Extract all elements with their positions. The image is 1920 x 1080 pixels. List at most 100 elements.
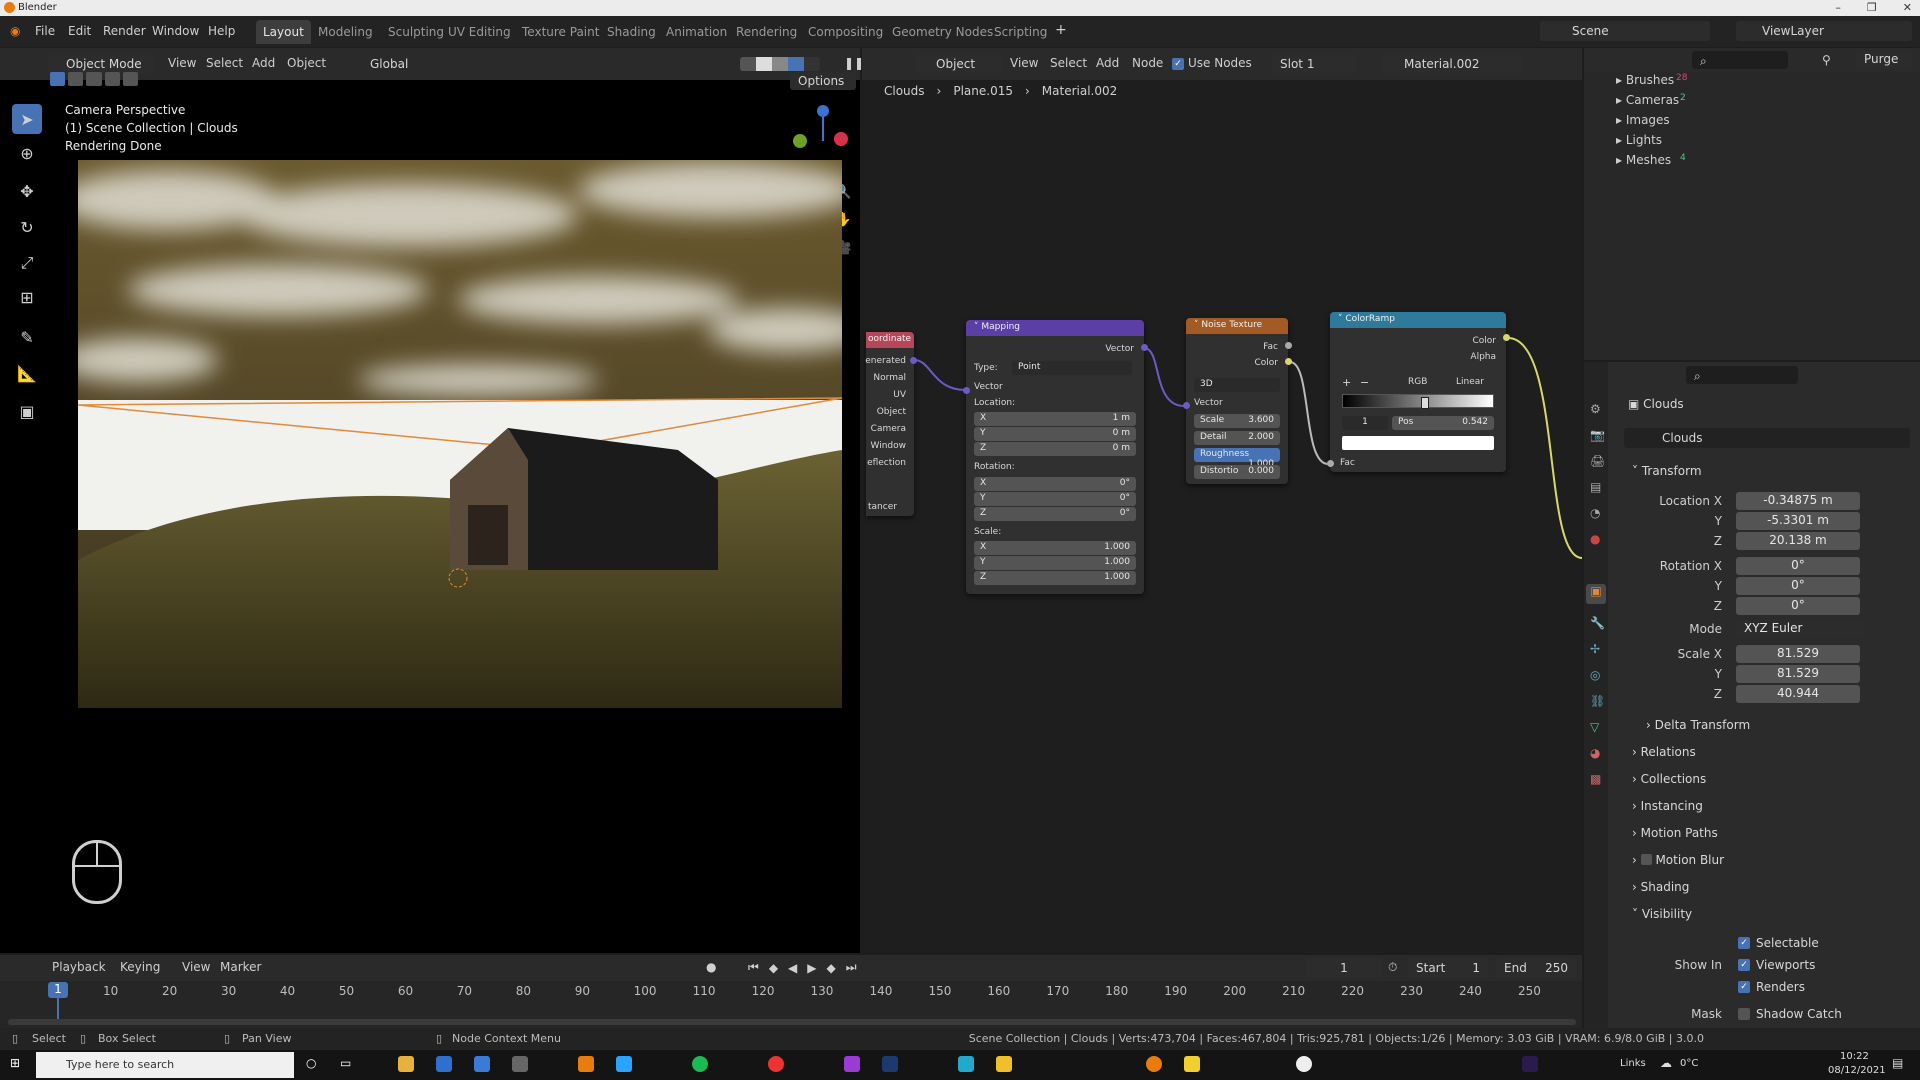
playhead-frame-marker[interactable]: 1	[48, 982, 68, 998]
navigation-gizmo[interactable]	[780, 100, 850, 150]
viewport-menu-add[interactable]: Add	[252, 56, 275, 70]
location-y-field[interactable]: -5.3301 m	[1736, 512, 1860, 530]
viewport-menu-view[interactable]: View	[168, 56, 196, 70]
tab-modeling[interactable]: Modeling	[311, 20, 380, 44]
object-tab-icon[interactable]: ▣	[1586, 584, 1606, 604]
tab-layout[interactable]: Layout	[256, 20, 311, 44]
render-tab-icon[interactable]: 📷	[1590, 428, 1605, 442]
rotation-z-field[interactable]: 0°	[1736, 597, 1860, 615]
selectable-checkbox[interactable]: ✓	[1738, 937, 1750, 949]
close-icon[interactable]: ✕	[1903, 1, 1912, 14]
socket[interactable]	[1285, 342, 1292, 349]
menu-render[interactable]: Render	[103, 24, 146, 38]
scene-tab-icon[interactable]: ◔	[1590, 506, 1600, 520]
end-frame-field[interactable]: End 250	[1496, 958, 1576, 978]
maximize-icon[interactable]: ❐	[1867, 1, 1877, 14]
blender-running-icon[interactable]	[1146, 1056, 1162, 1072]
section-collections[interactable]: › Collections	[1632, 772, 1706, 786]
timeline-menu-keying[interactable]: Keying	[120, 960, 160, 974]
timeline-menu-playback[interactable]: Playback	[52, 960, 106, 974]
scale-x-field[interactable]: 81.529	[1736, 645, 1860, 663]
mapping-type-dropdown[interactable]: Point	[1012, 361, 1132, 375]
outliner-item-brushes[interactable]: ▸ Brushes	[1616, 73, 1674, 87]
mapping-rot-y[interactable]: Y 0°	[974, 492, 1136, 506]
physics-tab-icon[interactable]: ◎	[1590, 668, 1600, 682]
section-visibility[interactable]: ˅ Visibility	[1632, 907, 1692, 921]
colorramp-stop-handle[interactable]	[1421, 397, 1430, 409]
mapping-rot-x[interactable]: X 0°	[974, 477, 1136, 491]
add-workspace-icon[interactable]: +	[1055, 22, 1067, 38]
view-layer-tab-icon[interactable]: ▤	[1590, 480, 1601, 494]
measure-tool-icon[interactable]: 📐	[12, 358, 42, 388]
mapping-rot-z[interactable]: Z 0°	[974, 507, 1136, 521]
texture-tab-icon[interactable]: ▩	[1590, 772, 1601, 786]
rotation-x-field[interactable]: 0°	[1736, 557, 1860, 575]
windows-start-icon[interactable]: ⊞	[10, 1056, 20, 1070]
taskbar-app-icon[interactable]	[996, 1056, 1012, 1072]
next-keyframe-icon[interactable]: ◆	[827, 961, 836, 975]
tab-compositing[interactable]: Compositing	[801, 20, 890, 44]
constraints-tab-icon[interactable]: ⛓	[1590, 694, 1605, 708]
scale-tool-icon[interactable]: ⤢	[12, 248, 42, 278]
colorramp-gradient-bar[interactable]	[1342, 394, 1494, 409]
prev-keyframe-icon[interactable]: ◆	[769, 961, 778, 975]
outliner-item-cameras[interactable]: ▸ Cameras	[1616, 93, 1679, 107]
taskbar-app-icon[interactable]	[436, 1056, 452, 1072]
timeline-scrollbar[interactable]	[8, 1019, 1576, 1025]
shadow-catcher-checkbox[interactable]	[1738, 1008, 1750, 1020]
task-view-icon[interactable]: ▭	[340, 1056, 351, 1070]
notifications-icon[interactable]: ▤	[1892, 1056, 1903, 1070]
rotation-mode-dropdown[interactable]: XYZ Euler	[1736, 620, 1864, 638]
mapping-scale-z[interactable]: Z 1.000	[974, 571, 1136, 585]
cortana-icon[interactable]: ○	[306, 1056, 316, 1070]
texture-coordinate-node[interactable]: oordinate enerated Normal UV Object Came…	[865, 332, 914, 516]
noise-scale-field[interactable]: Scale 3.600	[1194, 414, 1280, 428]
tool-tab-icon[interactable]: ⚙	[1590, 402, 1601, 416]
viewport-options-button[interactable]: Options	[790, 72, 856, 90]
taskbar-search-input[interactable]: Type here to search	[36, 1052, 294, 1078]
chrome-icon[interactable]	[768, 1056, 784, 1072]
move-tool-icon[interactable]: ✥	[12, 176, 42, 206]
section-motion-paths[interactable]: › Motion Paths	[1632, 826, 1718, 840]
taskbar-app-icon[interactable]	[616, 1056, 632, 1072]
colorramp-add-stop-icon[interactable]: +	[1342, 376, 1351, 389]
socket[interactable]	[1285, 358, 1292, 365]
location-x-field[interactable]: -0.34875 m	[1736, 492, 1860, 510]
select-mode-buttons[interactable]	[50, 72, 139, 90]
modifier-tab-icon[interactable]: 🔧	[1590, 616, 1605, 630]
section-shading[interactable]: › Shading	[1632, 880, 1689, 894]
taskbar-app-icon[interactable]	[512, 1056, 528, 1072]
colorramp-color-swatch[interactable]	[1342, 436, 1494, 450]
tab-scripting[interactable]: Scripting	[987, 20, 1054, 44]
current-frame-field[interactable]: 1	[1306, 958, 1382, 978]
timeline-menu-marker[interactable]: Marker	[220, 960, 261, 974]
mapping-scale-y[interactable]: Y 1.000	[974, 556, 1136, 570]
outliner-item-images[interactable]: ▸ Images	[1616, 113, 1670, 127]
blender-menu-icon[interactable]: ◉	[10, 24, 20, 38]
mapping-loc-y[interactable]: Y0 m	[974, 427, 1136, 441]
viewports-checkbox[interactable]: ✓	[1738, 959, 1750, 971]
colorramp-node[interactable]: ˅ ColorRamp Color Alpha + − RGB Linear 1…	[1330, 312, 1506, 472]
tab-rendering[interactable]: Rendering	[729, 20, 804, 44]
noise-texture-node[interactable]: ˅ Noise Texture Fac Color 3D Vector Scal…	[1186, 318, 1288, 484]
socket[interactable]	[963, 387, 970, 394]
tab-shading[interactable]: Shading	[600, 20, 663, 44]
view-layer-selector[interactable]: ViewLayer	[1736, 21, 1912, 41]
photoshop-icon[interactable]	[882, 1056, 898, 1072]
spotify-icon[interactable]	[692, 1056, 708, 1072]
section-transform[interactable]: ˅ Transform	[1632, 464, 1702, 478]
tab-uv-editing[interactable]: UV Editing	[441, 20, 518, 44]
minimize-icon[interactable]: –	[1835, 1, 1841, 14]
store-icon[interactable]	[474, 1056, 490, 1072]
section-delta-transform[interactable]: › Delta Transform	[1646, 718, 1750, 732]
noise-dimension-dropdown[interactable]: 3D	[1194, 378, 1280, 392]
transform-orientation[interactable]: Global	[348, 54, 424, 74]
section-instancing[interactable]: › Instancing	[1632, 799, 1703, 813]
colorramp-pos-field[interactable]: Pos 0.542	[1392, 416, 1494, 430]
scale-z-field[interactable]: 40.944	[1736, 685, 1860, 703]
material-tab-icon[interactable]: ◕	[1590, 746, 1600, 760]
sticky-notes-icon[interactable]	[1184, 1056, 1200, 1072]
file-explorer-icon[interactable]	[398, 1056, 414, 1072]
jump-end-icon[interactable]: ⏭	[846, 960, 857, 975]
menu-edit[interactable]: Edit	[68, 24, 91, 38]
